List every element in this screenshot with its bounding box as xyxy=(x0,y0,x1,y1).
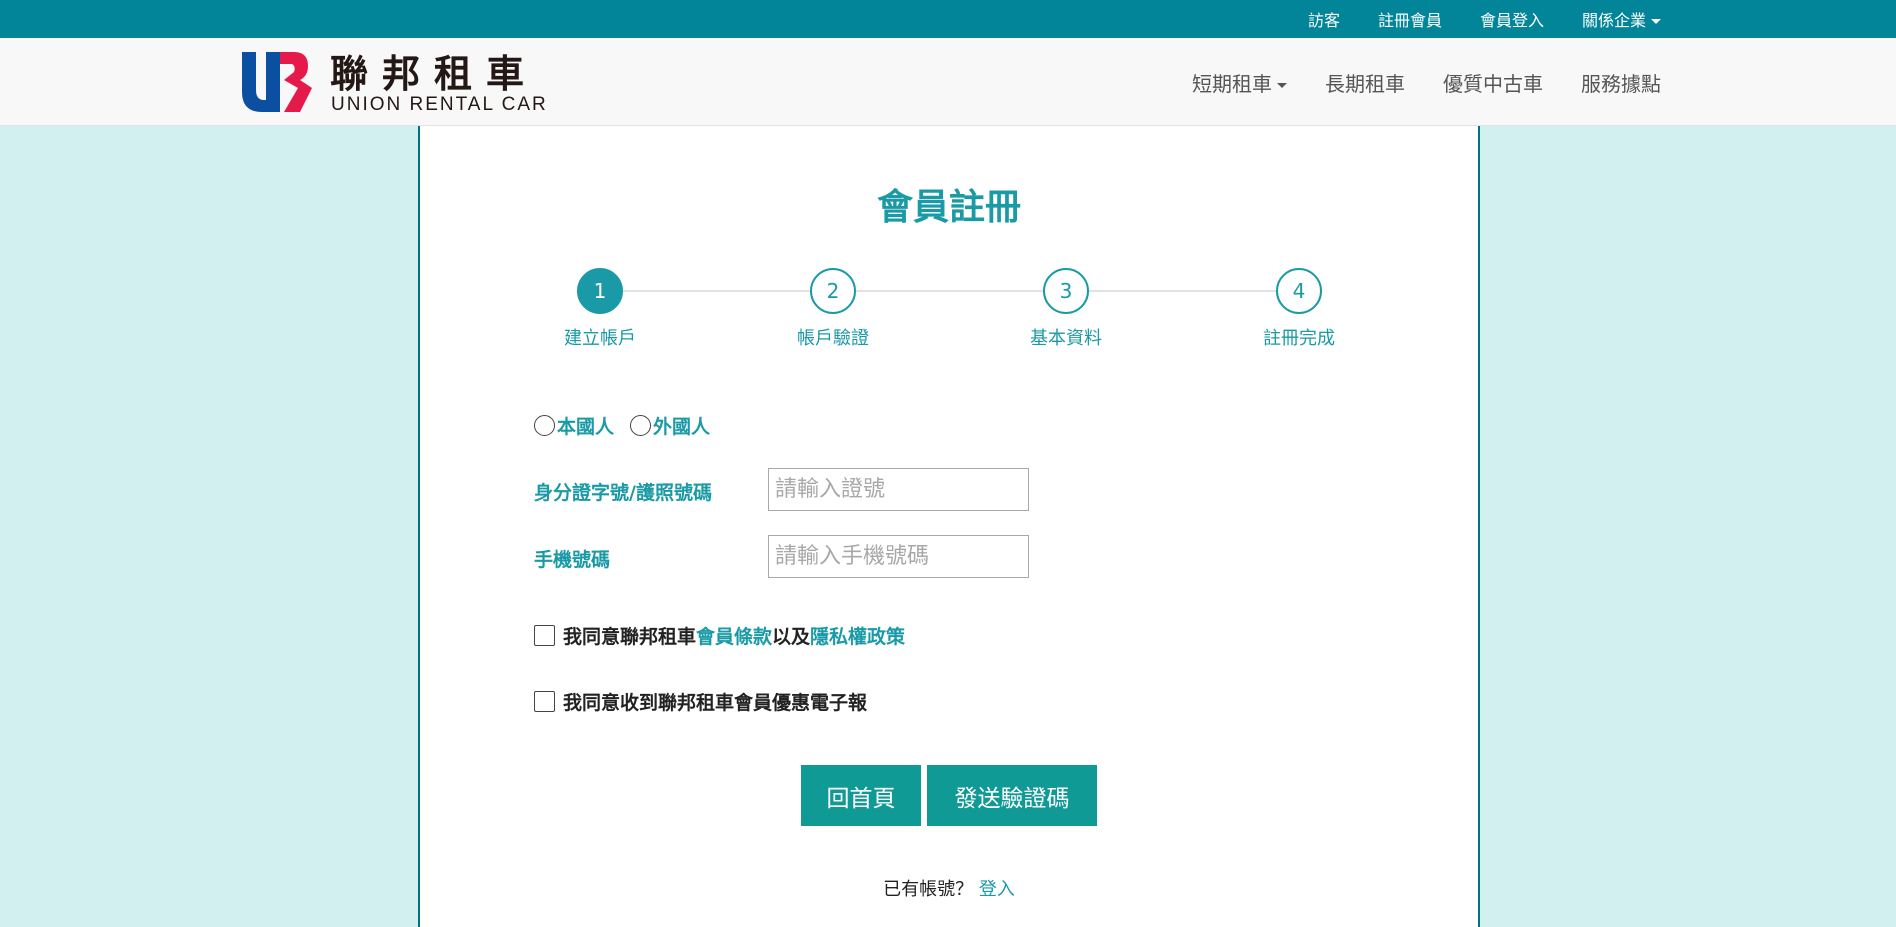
chevron-down-icon xyxy=(1651,19,1661,24)
nationality-group: 本國人 外國人 xyxy=(534,412,726,439)
agree-terms-prefix: 我同意聯邦租車 xyxy=(563,626,697,648)
main-nav: 短期租車 長期租車 優質中古車 服務據點 xyxy=(1192,38,1661,126)
top-link-affiliates-label: 關係企業 xyxy=(1581,11,1646,30)
step-3: 3 基本資料 xyxy=(1016,268,1116,350)
nav-used-cars[interactable]: 優質中古車 xyxy=(1443,68,1543,97)
nationality-option-local[interactable]: 本國人 xyxy=(534,412,614,439)
step-4: 4 註冊完成 xyxy=(1249,268,1349,350)
privacy-policy-link[interactable]: 隱私權政策 xyxy=(810,622,905,649)
radio-local-label: 本國人 xyxy=(557,416,615,438)
radio-foreign[interactable] xyxy=(630,415,652,436)
login-prompt: 已有帳號？ xyxy=(883,879,974,900)
top-utility-bar: 訪客 註冊會員 會員登入 關係企業 xyxy=(0,0,1896,38)
step-label: 基本資料 xyxy=(1030,328,1102,349)
brand-name-en: UNION RENTAL CAR xyxy=(331,94,548,115)
phone-number-input[interactable] xyxy=(768,535,1029,578)
step-label: 建立帳戶 xyxy=(564,328,636,349)
top-link-login[interactable]: 會員登入 xyxy=(1480,7,1544,31)
action-buttons: 回首頁 發送驗證碼 xyxy=(420,765,1478,826)
nav-short-term-dropdown[interactable]: 短期租車 xyxy=(1192,68,1287,97)
radio-foreign-label: 外國人 xyxy=(653,416,711,438)
nationality-option-foreign[interactable]: 外國人 xyxy=(630,412,710,439)
radio-local[interactable] xyxy=(534,415,555,436)
union-logo-icon xyxy=(242,52,312,112)
id-number-input[interactable] xyxy=(768,468,1029,511)
agree-terms-row: 我同意聯邦租車 會員條款 以及 隱私權政策 xyxy=(534,622,905,649)
login-prompt-row: 已有帳號？ 登入 xyxy=(420,875,1478,901)
nav-locations[interactable]: 服務據點 xyxy=(1581,68,1661,97)
login-link[interactable]: 登入 xyxy=(979,879,1015,900)
id-field-label: 身分證字號/護照號碼 xyxy=(534,482,712,504)
top-links: 訪客 註冊會員 會員登入 關係企業 xyxy=(1308,0,1661,38)
step-1: 1 建立帳戶 xyxy=(550,268,650,350)
step-number: 2 xyxy=(810,268,856,314)
step-label: 註冊完成 xyxy=(1263,328,1335,349)
step-number: 4 xyxy=(1276,268,1322,314)
brand-name-cn: 聯邦租車 xyxy=(330,52,539,96)
step-2: 2 帳戶驗證 xyxy=(783,268,883,350)
nav-long-term[interactable]: 長期租車 xyxy=(1325,68,1405,97)
page-title: 會員註冊 xyxy=(876,187,1021,228)
brand-logo[interactable]: 聯邦租車 UNION RENTAL CAR xyxy=(242,52,546,115)
agree-terms-checkbox[interactable] xyxy=(534,625,555,646)
registration-card: 會員註冊 1 建立帳戶 2 帳戶驗證 3 基本資料 4 註冊完成 本國人 外國人 xyxy=(418,126,1480,927)
step-number: 3 xyxy=(1043,268,1089,314)
site-header: 聯邦租車 UNION RENTAL CAR 短期租車 長期租車 優質中古車 服務… xyxy=(0,38,1896,126)
back-home-button[interactable]: 回首頁 xyxy=(801,765,921,826)
send-code-button[interactable]: 發送驗證碼 xyxy=(927,765,1097,826)
agree-newsletter-row: 我同意收到聯邦租車會員優惠電子報 xyxy=(534,688,867,715)
top-link-affiliates-dropdown[interactable]: 關係企業 xyxy=(1582,7,1661,31)
progress-steps: 1 建立帳戶 2 帳戶驗證 3 基本資料 4 註冊完成 xyxy=(420,268,1482,358)
step-number: 1 xyxy=(577,268,623,314)
nav-short-term-label: 短期租車 xyxy=(1192,71,1272,96)
chevron-down-icon xyxy=(1277,82,1287,88)
agree-terms-middle: 以及 xyxy=(772,626,811,648)
top-link-register[interactable]: 註冊會員 xyxy=(1378,7,1442,31)
agree-newsletter-checkbox[interactable] xyxy=(534,691,555,712)
member-terms-link[interactable]: 會員條款 xyxy=(696,622,772,649)
phone-field-label: 手機號碼 xyxy=(534,549,611,571)
step-label: 帳戶驗證 xyxy=(797,328,869,349)
agree-newsletter-label: 我同意收到聯邦租車會員優惠電子報 xyxy=(563,692,868,714)
top-link-guest[interactable]: 訪客 xyxy=(1308,7,1340,31)
